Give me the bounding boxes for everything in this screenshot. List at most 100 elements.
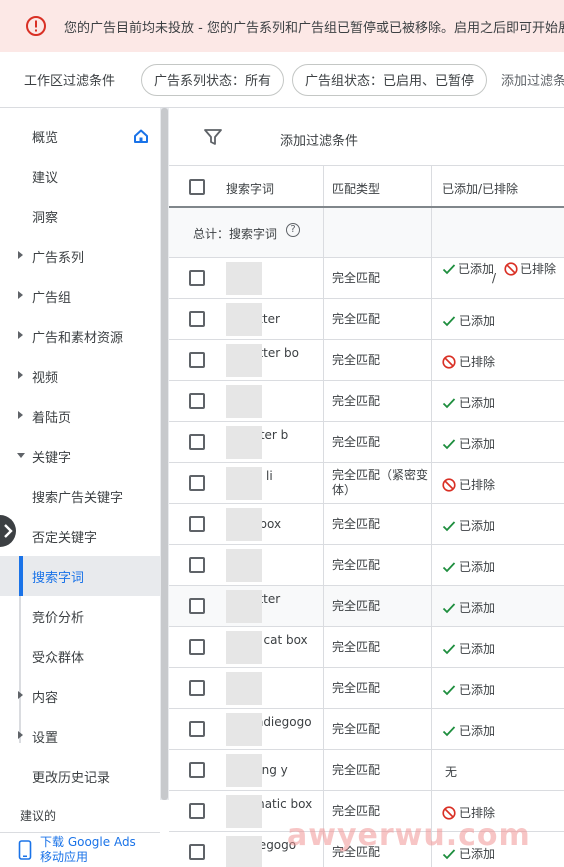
blocked-icon [442, 477, 456, 492]
row-checkbox[interactable] [189, 311, 205, 327]
scrollbar-thumb[interactable] [161, 108, 168, 800]
table-row[interactable]: s ning li完全匹配（紧密变体）已排除 [169, 463, 564, 504]
sidebar-item-campaigns[interactable]: 广告系列 [0, 236, 160, 276]
column-header-added-excluded[interactable]: 已添加/已排除 [442, 180, 518, 197]
row-checkbox[interactable] [189, 434, 205, 450]
sidebar-item-label: 内容 [32, 690, 59, 706]
status-label: 已排除 [459, 806, 496, 820]
table-row[interactable]: atic litter完全匹配已添加 [169, 586, 564, 627]
match-type-text: 完全匹配 [332, 722, 381, 736]
sidebar-item-label: 广告组 [32, 290, 72, 306]
table-row[interactable]: automatic box 完全匹配 已排除 [169, 791, 564, 832]
row-checkbox[interactable] [189, 721, 205, 737]
table-row[interactable]: ubo indiegogo 完全匹配 已添加 [169, 709, 564, 750]
sidebar-item-ads-assets[interactable]: 广告和素材资源 [0, 316, 160, 356]
status-label: 已添加 [459, 437, 496, 451]
status-cell: 已添加 [442, 640, 495, 657]
sidebar-item-recommendations[interactable]: 建议 [0, 156, 160, 196]
status-separator: / [492, 271, 497, 285]
add-filter-button[interactable]: 添加过滤条件 [280, 130, 358, 149]
column-header-search-term[interactable]: 搜索字词 [226, 180, 274, 197]
sidebar-scrollbar[interactable] [160, 108, 169, 800]
table-row[interactable]: cleaning y完全匹配无 [169, 750, 564, 791]
sidebar-item-videos[interactable]: 视频 [0, 356, 160, 396]
column-header-match-type[interactable]: 匹配类型 [332, 180, 380, 197]
sidebar-item-insights[interactable]: 洞察 [0, 196, 160, 236]
check-icon [442, 315, 456, 326]
sidebar-item-audiences[interactable]: 受众群体 [0, 636, 160, 676]
table-row[interactable]: atic litter bo 完全匹配 已排除 [169, 340, 564, 381]
caret-right-icon [18, 291, 23, 299]
status-label: 已添加 [459, 396, 496, 410]
sidebar-item-change-history[interactable]: 更改历史记录 [0, 756, 160, 796]
sidebar-item-auction-insights[interactable]: 竞价分析 [0, 596, 160, 636]
status-added-label: 已添加 [458, 262, 495, 276]
sidebar-item-search-keywords[interactable]: 搜索广告关键字 [0, 476, 160, 516]
row-checkbox[interactable] [189, 639, 205, 655]
sidebar-item-landing-pages[interactable]: 着陆页 [0, 396, 160, 436]
sidebar-item-ad-groups[interactable]: 广告组 [0, 276, 160, 316]
help-icon[interactable]: ? [286, 223, 300, 237]
row-checkbox[interactable] [189, 844, 205, 860]
match-type-text: 完全匹配 [332, 681, 381, 695]
download-app-link[interactable]: 下载 Google Ads 移动应用 [0, 832, 160, 867]
row-checkbox[interactable] [189, 598, 205, 614]
sidebar-item-overview[interactable]: 概览 [0, 116, 160, 156]
row-checkbox[interactable] [189, 352, 205, 368]
table-row[interactable]: x indiegogo完全匹配已添加 [169, 832, 564, 867]
table-row[interactable]: cat litter b完全匹配已添加 [169, 422, 564, 463]
match-type-text: 完全匹配 [332, 804, 381, 818]
campaign-status-chip[interactable]: 广告系列状态：所有 [141, 63, 285, 96]
row-checkbox[interactable] [189, 393, 205, 409]
sidebar-item-label: 竞价分析 [32, 610, 85, 626]
status-cell: 已排除 [442, 353, 495, 370]
table-row[interactable]: box litter完全匹配已添加 [169, 299, 564, 340]
match-type-text: 完全匹配 [332, 435, 381, 449]
table-row[interactable]: c ox完全匹配已添加/已排除 [169, 258, 564, 299]
status-cell: 已添加 [442, 599, 495, 616]
row-checkbox[interactable] [189, 475, 205, 491]
check-icon [442, 848, 456, 859]
row-checkbox[interactable] [189, 516, 205, 532]
sidebar-suggestions-label: 建议的 [20, 809, 57, 823]
check-icon [442, 725, 456, 736]
status-label: 已添加 [459, 601, 496, 615]
row-checkbox[interactable] [189, 762, 205, 778]
table-row[interactable]: x com完全匹配已添加 [169, 668, 564, 709]
sidebar-item-search-terms[interactable]: 搜索字词 [0, 556, 160, 596]
row-checkbox[interactable] [189, 680, 205, 696]
redaction-mask [226, 262, 262, 295]
adgroup-status-chip[interactable]: 广告组状态：已启用、已暂停 [292, 63, 488, 96]
sidebar-item-keywords[interactable]: 关键字 [0, 436, 160, 476]
sidebar-item-label: 关键字 [32, 450, 72, 466]
redaction-mask [226, 836, 262, 867]
add-workspace-filter-button[interactable]: 添加过滤条件 [501, 70, 564, 89]
table-row[interactable]: x完全匹配已添加 [169, 545, 564, 586]
table-row[interactable]: x cat box完全匹配已添加 [169, 504, 564, 545]
home-icon [134, 129, 148, 143]
filter-icon[interactable] [204, 129, 222, 145]
table-row[interactable]: ch ox完全匹配已添加 [169, 381, 564, 422]
redaction-mask [226, 672, 262, 705]
total-label: 总计：搜索字词 [193, 227, 278, 241]
caret-right-icon [18, 731, 23, 739]
status-label: 已添加 [459, 847, 496, 861]
sidebar-item-label: 更改历史记录 [32, 770, 111, 786]
match-type-text: 完全匹配 [332, 517, 381, 531]
caret-down-icon [17, 453, 25, 458]
row-checkbox[interactable] [189, 557, 205, 573]
check-icon [442, 684, 456, 695]
caret-right-icon [18, 251, 23, 259]
caret-right-icon [18, 371, 23, 379]
select-all-checkbox[interactable] [189, 179, 205, 195]
sidebar-item-settings[interactable]: 设置 [0, 716, 160, 756]
redaction-mask [226, 344, 262, 377]
sidebar-item-negative-keywords[interactable]: 否定关键字 [0, 516, 160, 556]
row-checkbox[interactable] [189, 270, 205, 286]
status-banner: 您的广告目前均未投放 - 您的广告系列和广告组已暂停或已被移除。启用之后即可开始… [0, 0, 564, 52]
status-label: 已添加 [459, 560, 496, 574]
status-label: 已添加 [459, 724, 496, 738]
table-row[interactable]: matic cat box 完全匹配 已添加 [169, 627, 564, 668]
sidebar-item-content[interactable]: 内容 [0, 676, 160, 716]
row-checkbox[interactable] [189, 803, 205, 819]
